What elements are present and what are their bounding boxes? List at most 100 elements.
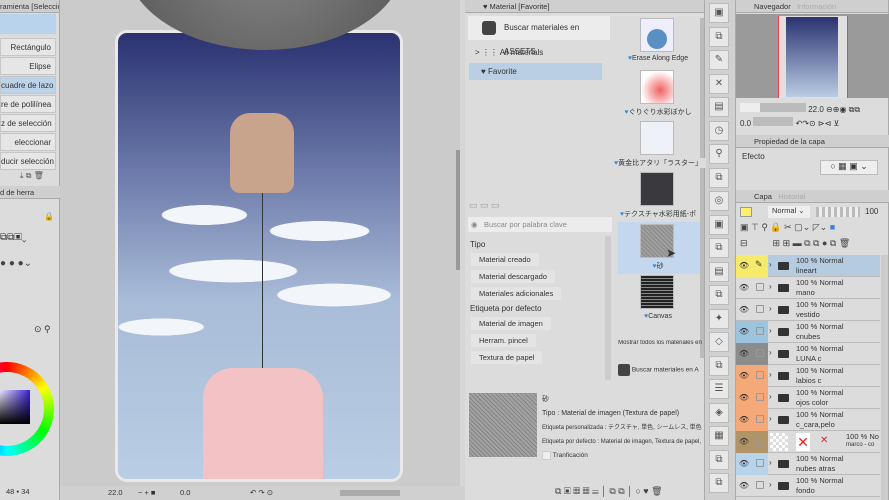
panel-toggle-icon[interactable]: ⧉ [709,167,729,188]
tag-textura-papel[interactable]: Textura de papel [471,351,543,364]
layer-row[interactable]: 👁 › 100 % Normal vestido [736,299,880,321]
layer-checkbox[interactable] [752,387,768,409]
navigator-preview[interactable] [736,14,889,98]
navigator-tab[interactable]: Navegador Información [736,0,888,13]
eye-icon[interactable]: 👁 [736,409,752,431]
chevron-right-icon[interactable]: › [769,326,772,335]
panel-toggle-icon[interactable]: ◈ [709,402,729,423]
history-tab[interactable]: Historial [778,192,805,201]
panel-toggle-icon[interactable]: ⧉ [709,26,729,47]
navigator-angle[interactable]: 0.0 ↶↷⊙ ⊳⊲ ⊻ [740,117,839,128]
layer-checkbox[interactable] [752,409,768,431]
panel-toggle-icon[interactable]: ✦ [709,308,729,329]
assets-button[interactable]: Buscar materiales en ASSETS [468,16,610,56]
chevron-right-icon[interactable]: › [769,260,772,269]
eye-icon[interactable]: 👁 [736,475,752,497]
layer-row[interactable]: 👁 › 100 % Normal fondo [736,475,880,497]
sub-tool-item[interactable]: eleccionar [0,133,56,151]
download-icon[interactable]: ⤓ [20,171,24,180]
eye-icon[interactable]: 👁 [736,453,752,475]
layer-row[interactable]: 👁 ✎ › 100 % Normal lineart [736,255,880,277]
tag-scrollbar[interactable] [605,236,611,380]
panel-toggle-icon[interactable]: ✕ [709,73,729,94]
thumb-erase[interactable] [640,18,674,52]
assets-small-button[interactable]: Buscar materiales en A [618,364,702,376]
eye-icon[interactable]: 👁 [736,365,752,387]
eye-icon[interactable]: 👁 [736,299,752,321]
rotate-buttons[interactable]: ↶ ↷ ⊙ [250,486,273,500]
color-square[interactable] [0,390,30,424]
layer-action-row[interactable]: ⊟ ⊞ ⊞ ▬ ⧉ ⧉ ● ⧉ 🗑 [740,238,850,249]
panel-toggle-icon[interactable]: ▣ [709,3,729,23]
folder-actions[interactable]: ▭ ▭ ▭ [469,200,500,211]
panel-toggle-icon[interactable]: ⧉ [709,238,729,258]
chevron-right-icon[interactable]: › [769,480,772,489]
panel-toggle-icon[interactable]: ▣ [709,214,729,235]
lock-icon[interactable]: 🔒 [44,212,54,221]
tag-material-imagen[interactable]: Material de imagen [471,317,551,330]
eye-icon[interactable]: 👁 [736,255,752,277]
panel-toggle-icon[interactable]: ☰ [709,379,729,399]
layer-tool-row[interactable]: ▣ ⊤ ⚲ 🔒 ✂ ▢⌄ ◸⌄ ■ [740,222,835,233]
search-box[interactable]: ◉ Buscar por palabra clave [468,217,612,232]
chevron-right-icon[interactable]: › [769,304,772,313]
info-tab[interactable]: Información [797,2,836,11]
layer-checkbox[interactable] [752,475,768,497]
sub-tool-item[interactable]: re de polilínea [0,95,56,113]
blend-mode-select[interactable]: Normal ⌄ [768,206,810,218]
layer-row[interactable]: 👁 › 100 % Normal nubes atras [736,453,880,475]
zoom-buttons[interactable]: − + ■ [138,486,155,500]
layer-scrollbar[interactable] [881,255,888,500]
material-toolbar[interactable]: ⧉ ▣ ▦ ▦ ☰ │ ⧉ ⧉ │ ○ ♥ 🗑 [555,486,663,497]
layer-checkbox[interactable]: ✎ [752,255,768,277]
chevron-right-icon[interactable]: › [769,370,772,379]
layer-checkbox[interactable] [752,365,768,387]
layer-checkbox[interactable] [752,299,768,321]
panel-toggle-icon[interactable]: ▤ [709,261,729,282]
antialias-icons[interactable]: ● ● ●⌄ [0,258,32,269]
thumb-watercolor[interactable] [640,70,674,104]
panel-toggle-icon[interactable]: ◷ [709,120,729,141]
chevron-right-icon[interactable]: › [769,414,772,423]
sub-tool-item[interactable]: Elipse [0,57,56,75]
tree-favorite[interactable]: ♥ Favorite [469,63,602,80]
panel-toggle-icon[interactable]: ▦ [709,426,729,446]
layer-checkbox[interactable] [752,453,768,475]
panel-toggle-icon[interactable]: ◇ [709,332,729,352]
layer-checkbox[interactable] [752,277,768,299]
tag-herram-pincel[interactable]: Herram. pincel [471,334,536,347]
layer-row[interactable]: 👁 › 100 % Normal labios c [736,365,880,387]
panel-toggle-icon[interactable]: ✎ [709,50,729,70]
panel-toggle-icon[interactable]: ⚲ [709,144,729,164]
sub-tool-item[interactable]: z de selección [0,114,56,132]
layer-row[interactable]: 👁 › 100 % Normal ojos color [736,387,880,409]
chevron-right-icon[interactable]: › [769,282,772,291]
thumb-canvas[interactable] [640,275,674,309]
tool-property-tab[interactable]: d de herra [0,186,60,199]
chevron-right-icon[interactable]: › [769,392,772,401]
layer-color-swatch[interactable] [740,207,752,217]
layer-row[interactable]: 👁 ✕ ✕ 100 % No marco - co [736,431,880,453]
tag-material-descargado[interactable]: Material descargado [471,270,555,283]
layer-row[interactable]: 👁 › 100 % Normal LUNA c [736,343,880,365]
opacity-slider[interactable] [816,207,860,217]
layer-property-tab[interactable]: Propiedad de la capa [736,135,889,148]
eye-icon[interactable]: 👁 [736,387,752,409]
sub-tool-item[interactable]: cuadre de lazo [0,76,56,94]
show-all-link[interactable]: Mostrar todos los materiales en [618,340,702,346]
layer-checkbox[interactable] [752,343,768,365]
layer-tab[interactable]: Capa Historial [736,190,889,203]
selection-mode-icons[interactable]: ⧉⧉▣⌄ [0,232,27,243]
panel-toggle-icon[interactable]: ⧉ [709,473,729,493]
opacity-value[interactable]: 100 [865,207,878,216]
eye-icon[interactable]: 👁 [736,321,752,343]
layer-checkbox[interactable] [752,431,768,453]
eye-icon[interactable]: 👁 [736,343,752,365]
layer-checkbox[interactable] [752,321,768,343]
sub-tool-item[interactable]: Rectángulo [0,38,56,56]
eye-icon[interactable]: 👁 [736,431,752,453]
horizontal-scrollbar[interactable] [340,490,400,496]
tag-materiales-adicionales[interactable]: Materiales adicionales [471,287,562,300]
settings-icon[interactable]: ⊙ ⚲ [34,324,51,335]
zoom-value[interactable]: 22.0 [108,486,123,500]
